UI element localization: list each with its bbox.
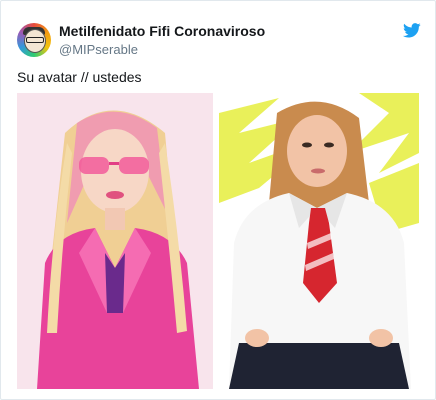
tweet-card: Metilfenidato Fifi Coronaviroso @MIPsera…	[0, 0, 436, 400]
tweet-text: Su avatar // ustedes	[17, 69, 142, 85]
user-handle[interactable]: @MIPserable	[59, 42, 138, 57]
pink-doll-image[interactable]	[17, 93, 213, 389]
twitter-bird-icon[interactable]	[403, 23, 421, 38]
pink-doll-illustration	[17, 93, 213, 389]
avatar-glasses	[26, 37, 44, 43]
user-avatar[interactable]	[17, 23, 51, 57]
schoolgirl-uniform-image[interactable]	[219, 93, 419, 389]
schoolgirl-illustration	[219, 93, 419, 389]
tweet-media[interactable]	[17, 93, 419, 389]
display-name[interactable]: Metilfenidato Fifi Coronaviroso	[59, 23, 265, 39]
